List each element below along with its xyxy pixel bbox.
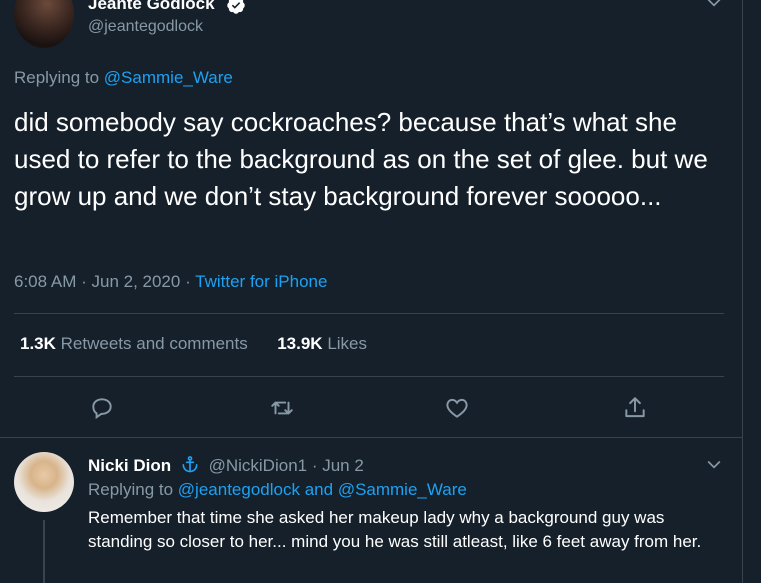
reply-author-avatar[interactable] [14, 452, 74, 512]
replying-prefix: Replying to [14, 68, 100, 87]
tweet-source[interactable]: Twitter for iPhone [195, 272, 327, 291]
anchor-icon [182, 456, 198, 473]
likes-label: Likes [327, 334, 368, 353]
author-handle[interactable]: @jeantegodlock [88, 18, 203, 36]
chevron-down-icon[interactable] [704, 0, 724, 12]
reply-button[interactable] [88, 394, 116, 422]
comment-icon [92, 398, 112, 420]
reply-author-handle[interactable]: @NickiDion1 [209, 456, 308, 475]
reply-replying-and: and [304, 480, 334, 499]
heart-icon [446, 398, 468, 418]
reply-replying-to-link-2[interactable]: @Sammie_Ware [338, 480, 467, 499]
retweets-count: 1.3K [20, 334, 56, 353]
reply-text: Remember that time she asked her makeup … [88, 508, 702, 551]
chevron-down-icon[interactable] [704, 454, 724, 474]
tweet-meta: 6:08 AM · Jun 2, 2020 · Twitter for iPho… [14, 272, 328, 291]
verified-badge-icon [227, 0, 245, 14]
like-button[interactable] [443, 394, 471, 422]
reply-date[interactable]: Jun 2 [322, 456, 364, 475]
retweet-button[interactable] [268, 394, 296, 422]
divider [14, 313, 724, 314]
divider [14, 376, 724, 377]
tweet-stats: 1.3K Retweets and comments 13.9K Likes [20, 334, 367, 354]
replying-to-line: Replying to @Sammie_Ware [14, 68, 233, 88]
tweet-date[interactable]: Jun 2, 2020 [91, 272, 180, 291]
reply-replying-to-link-1[interactable]: @jeantegodlock [178, 480, 300, 499]
thread-line [43, 520, 45, 583]
reply-header: Nicki Dion @NickiDion1 · Jun 2 [88, 456, 364, 475]
reply-replying-to-line: Replying to @jeantegodlock and @Sammie_W… [88, 480, 467, 500]
reply-replying-prefix: Replying to [88, 480, 174, 499]
divider [0, 437, 742, 438]
retweets-stat[interactable]: 1.3K Retweets and comments [20, 334, 248, 353]
likes-stat[interactable]: 13.9K Likes [277, 334, 367, 353]
tweet-time[interactable]: 6:08 AM [14, 272, 76, 291]
share-button[interactable] [621, 394, 649, 422]
retweet-icon [271, 401, 293, 415]
share-icon [625, 397, 645, 418]
replying-to-link[interactable]: @Sammie_Ware [104, 68, 233, 87]
likes-count: 13.9K [277, 334, 323, 353]
retweets-label: Retweets and comments [60, 334, 248, 353]
reply-author-name[interactable]: Nicki Dion [88, 456, 171, 475]
tweet-text: did somebody say cockroaches? because th… [14, 107, 708, 211]
author-name[interactable]: Jeante Godlock [88, 0, 215, 14]
